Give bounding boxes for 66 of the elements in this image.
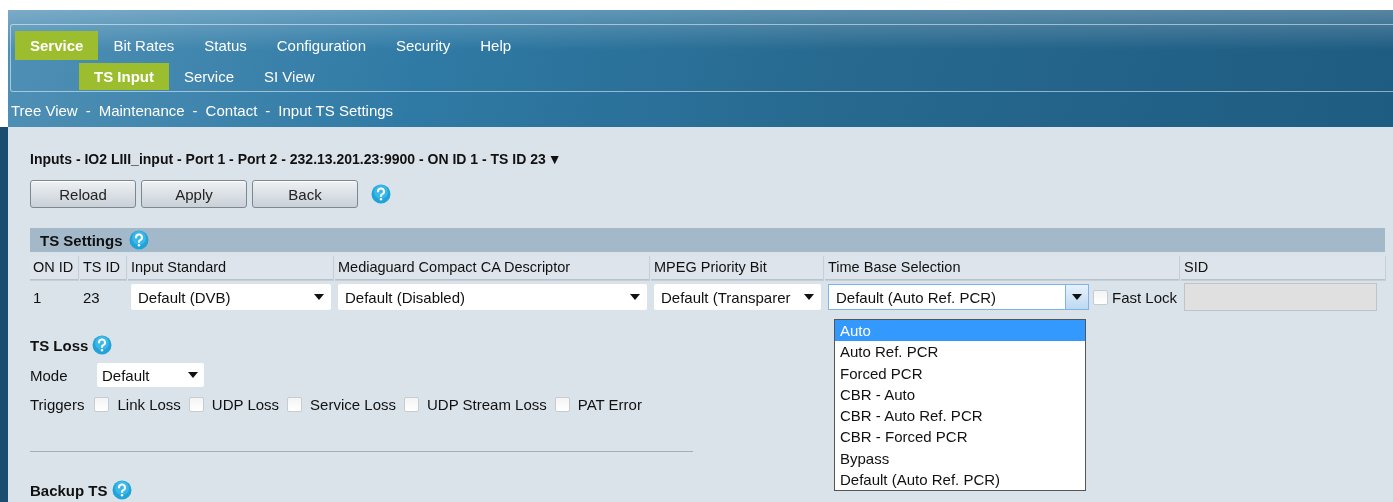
- caret-icon: [804, 294, 814, 300]
- checkbox-label: Link Loss: [117, 396, 181, 413]
- checkbox-label: Service Loss: [310, 396, 396, 413]
- help-icon[interactable]: [128, 230, 149, 250]
- checkbox[interactable]: [287, 397, 303, 412]
- dropdown[interactable]: Default (Disabled): [338, 284, 647, 310]
- caret-icon: [630, 294, 640, 300]
- submenu-tab[interactable]: Service: [169, 63, 250, 90]
- dropdown-option[interactable]: CBR - Auto: [835, 383, 1085, 406]
- column-header: ON ID: [30, 256, 79, 281]
- breadcrumb-separator: -: [265, 102, 271, 119]
- checkbox-label: UDP Stream Loss: [427, 396, 547, 413]
- checkbox[interactable]: [1092, 289, 1108, 305]
- breadcrumb-link[interactable]: Tree View: [11, 102, 78, 119]
- menu-tab[interactable]: Bit Rates: [98, 31, 190, 60]
- caret-icon: [1071, 294, 1082, 300]
- checkbox-label: PAT Error: [577, 396, 642, 413]
- menu-tab[interactable]: Status: [189, 31, 262, 60]
- menu-tab[interactable]: Security: [381, 31, 466, 60]
- section-title: TS Loss: [30, 336, 89, 354]
- dropdown-option[interactable]: Bypass: [835, 447, 1085, 470]
- table-cell: 1: [33, 288, 42, 306]
- help-icon[interactable]: [111, 480, 132, 500]
- dropdown[interactable]: Default: [97, 363, 204, 387]
- column-header: Time Base Selection: [825, 256, 1180, 281]
- dropdown-option[interactable]: CBR - Forced PCR: [835, 426, 1085, 448]
- column-header: Input Standard: [128, 256, 334, 281]
- checkbox-label: Fast Lock: [1111, 288, 1177, 306]
- breadcrumb-link[interactable]: Maintenance: [98, 102, 185, 119]
- dropdown-option[interactable]: Forced PCR: [835, 362, 1085, 384]
- breadcrumb-separator: -: [85, 102, 91, 119]
- toolbar-button[interactable]: Reload: [30, 180, 136, 208]
- checkbox[interactable]: [188, 397, 204, 412]
- caret-icon: [188, 372, 198, 378]
- table-cell: 23: [83, 288, 100, 306]
- section-title: TS Settings: [40, 231, 123, 249]
- section-title: Backup TS: [30, 481, 108, 499]
- field-label: Mode: [30, 366, 69, 384]
- dropdown-option[interactable]: CBR - Auto Ref. PCR: [835, 405, 1085, 427]
- column-header: TS ID: [80, 256, 127, 281]
- checkbox[interactable]: [94, 397, 110, 412]
- dropdown-option[interactable]: Auto Ref. PCR: [835, 341, 1085, 363]
- breadcrumb-link[interactable]: Input TS Settings: [278, 102, 394, 119]
- dropdown[interactable]: Default (Transparer: [654, 284, 821, 310]
- menu-tab[interactable]: Help: [465, 31, 527, 60]
- collapse-toggle[interactable]: ▼: [547, 151, 562, 167]
- field-label: Triggers: [30, 396, 85, 413]
- submenu-tab[interactable]: SI View: [249, 63, 330, 90]
- dropdown-option[interactable]: Default (Auto Ref. PCR): [835, 469, 1085, 491]
- checkbox-label: UDP Loss: [211, 396, 280, 413]
- help-icon[interactable]: [371, 184, 391, 204]
- checkbox[interactable]: [554, 397, 570, 412]
- column-header: SID: [1181, 256, 1386, 281]
- help-icon[interactable]: [92, 335, 113, 355]
- page-title: Inputs - IO2 LIII_input - Port 1 - Port 2 - 232.13.201.23:9900 - ON ID 1 - TS ID 23: [30, 151, 546, 167]
- toolbar-button[interactable]: Apply: [141, 180, 247, 208]
- caret-icon: [314, 294, 324, 300]
- dropdown[interactable]: Default (DVB): [131, 284, 331, 310]
- toolbar-button[interactable]: Back: [252, 180, 358, 208]
- breadcrumb-link[interactable]: Contact: [205, 102, 258, 119]
- dropdown[interactable]: Default (Auto Ref. PCR): [828, 284, 1089, 310]
- column-header: Mediaguard Compact CA Descriptor: [335, 256, 650, 281]
- menu-tab[interactable]: Configuration: [261, 31, 381, 60]
- breadcrumb-separator: -: [192, 102, 198, 119]
- checkbox[interactable]: [404, 397, 419, 412]
- column-header: MPEG Priority Bit: [651, 256, 824, 281]
